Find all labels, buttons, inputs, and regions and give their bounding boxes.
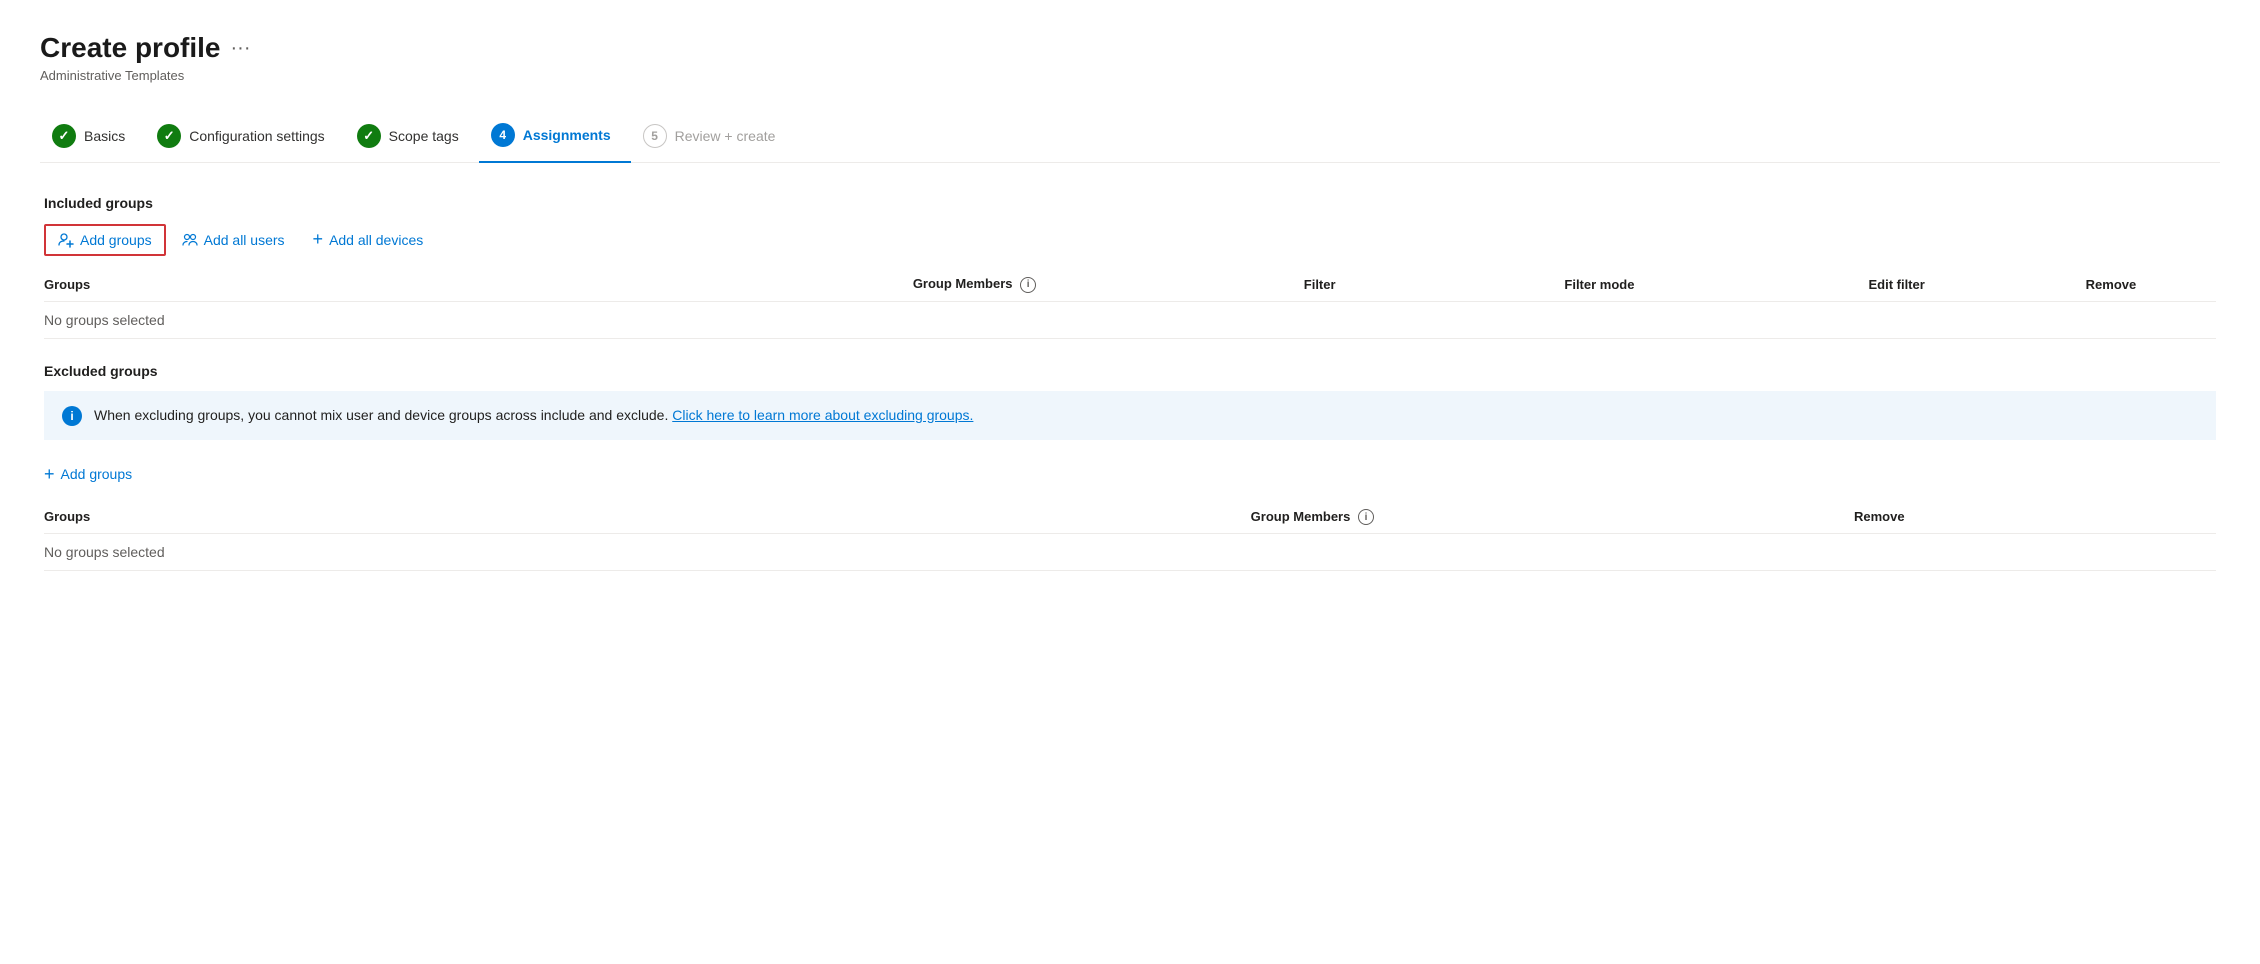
table-header-row: Groups Group Members i Filter Filter mod… xyxy=(44,268,2216,301)
wizard-step-assignments[interactable]: 4 Assignments xyxy=(479,111,631,163)
wizard-step-scope[interactable]: ✓ Scope tags xyxy=(345,112,479,162)
add-excluded-groups-button[interactable]: + Add groups xyxy=(44,460,132,489)
step-label-config: Configuration settings xyxy=(189,128,324,144)
step-circle-1: ✓ xyxy=(52,124,76,148)
excl-col-header-groups: Groups xyxy=(44,501,1251,534)
add-group-icon xyxy=(58,232,74,248)
col-header-members: Group Members i xyxy=(913,268,1304,301)
learn-more-link[interactable]: Click here to learn more about excluding… xyxy=(672,407,973,423)
col-header-filtermode: Filter mode xyxy=(1564,268,1868,301)
add-all-users-button[interactable]: Add all users xyxy=(170,226,297,254)
excluded-groups-table: Groups Group Members i Remove No groups … xyxy=(44,501,2216,572)
plus-icon: + xyxy=(313,229,324,250)
info-banner: i When excluding groups, you cannot mix … xyxy=(44,391,2216,440)
included-groups-toolbar: Add groups Add all users + Add all devic… xyxy=(44,223,2216,256)
checkmark-icon-3: ✓ xyxy=(363,128,374,144)
add-groups-excl-label: Add groups xyxy=(61,466,133,482)
add-users-icon xyxy=(182,232,198,248)
ellipsis-menu[interactable]: ··· xyxy=(231,37,251,60)
excluded-groups-section: Excluded groups i When excluding groups,… xyxy=(44,363,2216,572)
included-groups-label: Included groups xyxy=(44,195,2216,211)
table-row: No groups selected xyxy=(44,301,2216,338)
step-circle-5: 5 xyxy=(643,124,667,148)
excluded-groups-label: Excluded groups xyxy=(44,363,2216,379)
wizard-steps: ✓ Basics ✓ Configuration settings ✓ Scop… xyxy=(40,111,2220,163)
add-all-devices-label: Add all devices xyxy=(329,232,423,248)
wizard-step-review[interactable]: 5 Review + create xyxy=(631,112,796,162)
wizard-step-basics[interactable]: ✓ Basics xyxy=(40,112,145,162)
add-all-devices-button[interactable]: + Add all devices xyxy=(301,223,436,256)
step-label-assignments: Assignments xyxy=(523,127,611,143)
checkmark-icon-2: ✓ xyxy=(164,128,175,144)
step-label-basics: Basics xyxy=(84,128,125,144)
add-groups-button[interactable]: Add groups xyxy=(44,224,166,256)
add-all-users-label: Add all users xyxy=(204,232,285,248)
excl-col-header-members: Group Members i xyxy=(1251,501,1854,534)
plus-icon-2: + xyxy=(44,464,55,485)
step-circle-3: ✓ xyxy=(357,124,381,148)
add-groups-label: Add groups xyxy=(80,232,152,248)
group-members-info-icon[interactable]: i xyxy=(1020,277,1036,293)
wizard-step-config[interactable]: ✓ Configuration settings xyxy=(145,112,344,162)
info-banner-icon: i xyxy=(62,406,82,426)
excl-col-header-remove: Remove xyxy=(1854,501,2216,534)
col-header-filter: Filter xyxy=(1304,268,1565,301)
step-label-review: Review + create xyxy=(675,128,776,144)
excl-table-header-row: Groups Group Members i Remove xyxy=(44,501,2216,534)
col-header-editfilter: Edit filter xyxy=(1868,268,2085,301)
excl-group-members-info-icon[interactable]: i xyxy=(1358,509,1374,525)
checkmark-icon: ✓ xyxy=(59,128,70,144)
step-circle-2: ✓ xyxy=(157,124,181,148)
col-header-groups: Groups xyxy=(44,268,913,301)
step-label-scope: Scope tags xyxy=(389,128,459,144)
no-groups-msg: No groups selected xyxy=(44,301,2216,338)
excl-no-groups-msg: No groups selected xyxy=(44,534,2216,571)
included-groups-section: Included groups Add groups xyxy=(44,195,2216,339)
col-header-remove: Remove xyxy=(2086,268,2216,301)
page-subtitle: Administrative Templates xyxy=(40,68,2220,83)
excl-table-row: No groups selected xyxy=(44,534,2216,571)
step-circle-4: 4 xyxy=(491,123,515,147)
included-groups-table: Groups Group Members i Filter Filter mod… xyxy=(44,268,2216,339)
content-area: Included groups Add groups xyxy=(40,195,2220,571)
page-title: Create profile xyxy=(40,32,221,64)
info-banner-text: When excluding groups, you cannot mix us… xyxy=(94,405,973,426)
page-header: Create profile ··· Administrative Templa… xyxy=(40,32,2220,83)
